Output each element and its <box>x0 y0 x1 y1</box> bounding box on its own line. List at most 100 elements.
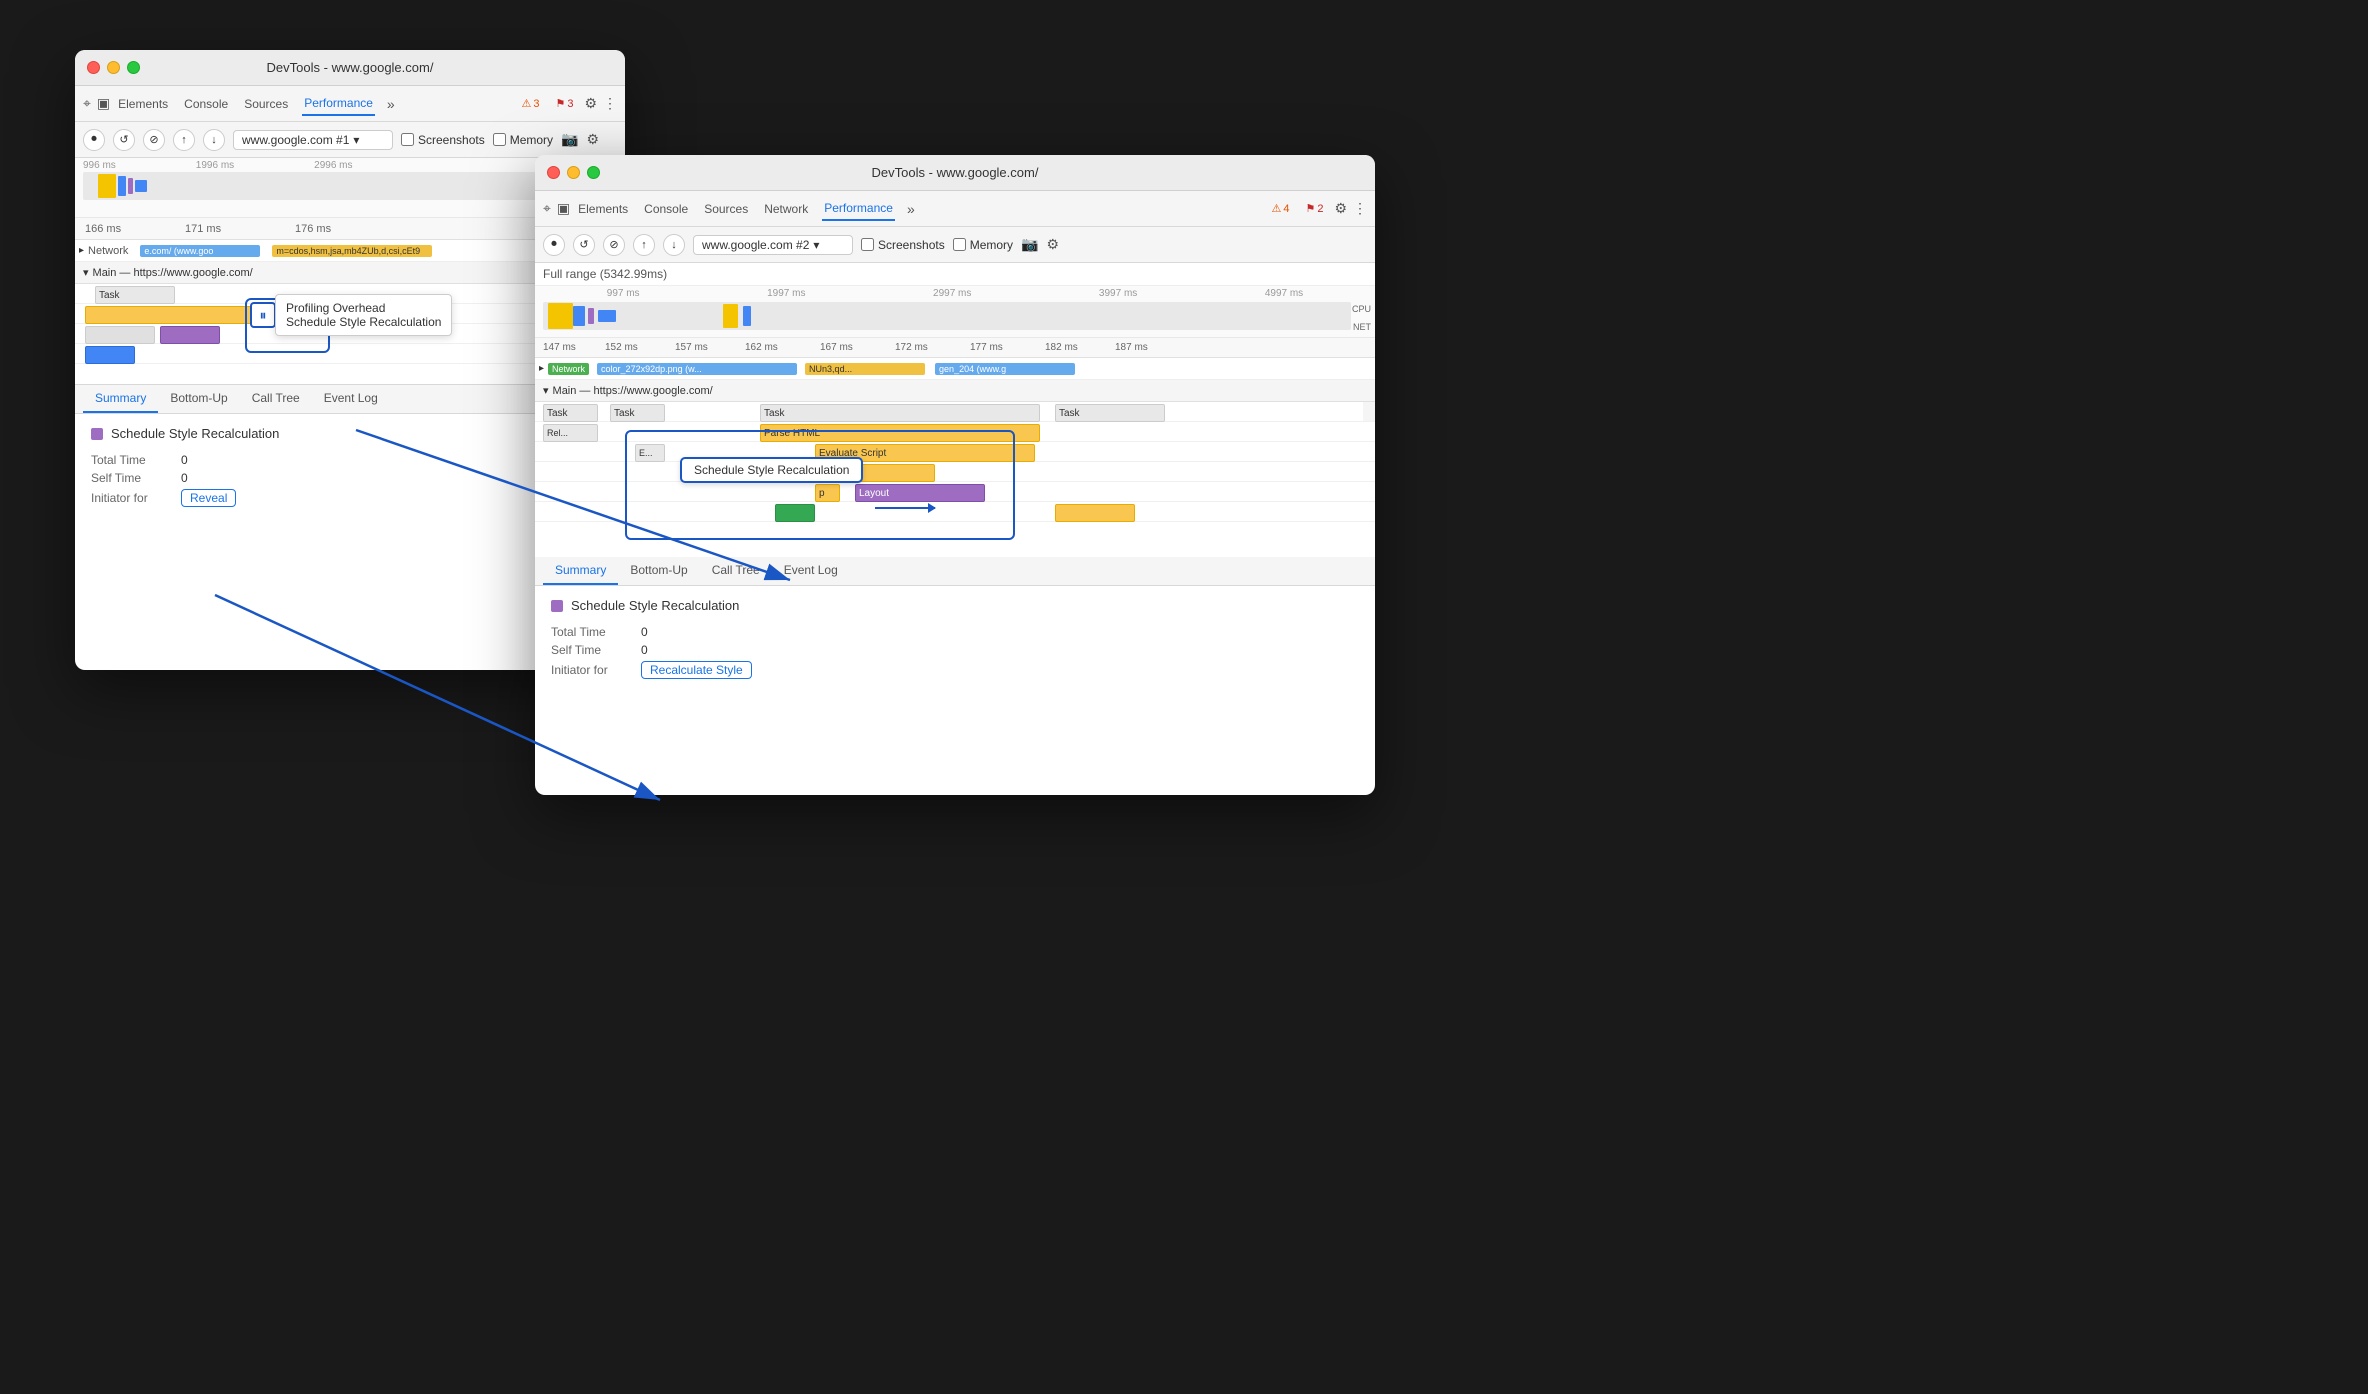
ov-1997: 1997 ms <box>767 288 805 299</box>
close-button-1[interactable] <box>87 61 100 74</box>
tab-sources-2[interactable]: Sources <box>702 198 750 220</box>
task-bar-1: Task <box>95 286 175 304</box>
tab-performance-1[interactable]: Performance <box>302 92 375 116</box>
inspect-icon-1[interactable]: ⌖ <box>83 95 91 112</box>
screenshots-check-2[interactable] <box>861 238 874 251</box>
reveal-link-1[interactable]: Reveal <box>181 489 236 507</box>
recalculate-link-2[interactable]: Recalculate Style <box>641 661 752 679</box>
url-selector-1[interactable]: www.google.com #1 ▾ <box>233 130 393 150</box>
screenshots-checkbox-2[interactable]: Screenshots <box>861 238 945 252</box>
close-button-2[interactable] <box>547 166 560 179</box>
device-icon-2[interactable]: ▣ <box>557 200 570 217</box>
summary-total-time-1: Total Time 0 <box>91 451 609 469</box>
ov-bar-b1 <box>573 306 585 326</box>
tab-network-2[interactable]: Network <box>762 198 810 220</box>
memory-checkbox-2[interactable]: Memory <box>953 238 1013 252</box>
memory-checkbox-1[interactable]: Memory <box>493 133 553 147</box>
clear-btn-1[interactable]: ⊘ <box>143 129 165 151</box>
minimize-button-2[interactable] <box>567 166 580 179</box>
upload-btn-1[interactable]: ↑ <box>173 129 195 151</box>
tab-event-log-2[interactable]: Event Log <box>772 557 850 585</box>
bottom-tabs-2: Summary Bottom-Up Call Tree Event Log <box>535 557 1375 586</box>
device-icon-1[interactable]: ▣ <box>97 95 110 112</box>
download-btn-2[interactable]: ↓ <box>663 234 685 256</box>
url-selector-2[interactable]: www.google.com #2 ▾ <box>693 235 853 255</box>
scrub-147: 147 ms <box>543 342 576 353</box>
more-icon-2[interactable]: ⋮ <box>1353 200 1367 217</box>
main-thread-arrow-2[interactable]: ▾ <box>543 384 549 397</box>
perf-toolbar-2: ⏺ ↺ ⊘ ↑ ↓ www.google.com #2 ▾ Screenshot… <box>535 227 1375 263</box>
network-row-2: ▸ Network color_272x92dp.png (w... NUn3,… <box>535 358 1375 380</box>
scrub-171: 171 ms <box>185 223 221 235</box>
initiator-label-1: Initiator for <box>91 491 181 505</box>
nav-more-2[interactable]: » <box>907 201 915 217</box>
task-sub-purple-1 <box>160 326 220 344</box>
total-time-label-2: Total Time <box>551 625 641 639</box>
network-req-2c: gen_204 (www.g <box>935 363 1075 375</box>
tab-summary-2[interactable]: Summary <box>543 557 618 585</box>
nav-more-1[interactable]: » <box>387 96 395 112</box>
tab-summary-1[interactable]: Summary <box>83 385 158 413</box>
tab-call-tree-1[interactable]: Call Tree <box>240 385 312 413</box>
main-thread-arrow-1[interactable]: ▾ <box>83 266 89 279</box>
clear-btn-2[interactable]: ⊘ <box>603 234 625 256</box>
memory-check-2[interactable] <box>953 238 966 251</box>
tab-console-2[interactable]: Console <box>642 198 690 220</box>
pause-symbol-1: ⏸ <box>260 307 267 324</box>
more-icon-1[interactable]: ⋮ <box>603 95 617 112</box>
scrubber-area-2[interactable]: 147 ms 152 ms 157 ms 162 ms 167 ms 172 m… <box>535 338 1375 358</box>
error-count-2: 2 <box>1317 203 1323 215</box>
tooltip-line2-1: Schedule Style Recalculation <box>286 315 441 329</box>
arrow-line-2 <box>875 507 935 509</box>
network-expand-1[interactable]: ▸ <box>79 245 84 256</box>
tab-console-1[interactable]: Console <box>182 93 230 115</box>
download-btn-1[interactable]: ↓ <box>203 129 225 151</box>
maximize-button-2[interactable] <box>587 166 600 179</box>
upload-btn-2[interactable]: ↑ <box>633 234 655 256</box>
perf-settings-icon-1[interactable]: ⚙ <box>586 131 599 148</box>
screenshots-check-1[interactable] <box>401 133 414 146</box>
time-2996: 2996 ms <box>314 160 352 171</box>
timeline-overview-2[interactable]: 997 ms 1997 ms 2997 ms 3997 ms 4997 ms C… <box>535 286 1375 338</box>
settings-icon-2[interactable]: ⚙ <box>1334 200 1347 217</box>
tab-call-tree-2[interactable]: Call Tree <box>700 557 772 585</box>
perf-settings-icon-2[interactable]: ⚙ <box>1046 236 1059 253</box>
record-btn-2[interactable]: ⏺ <box>543 234 565 256</box>
memory-check-1[interactable] <box>493 133 506 146</box>
tab-elements-2[interactable]: Elements <box>576 198 630 220</box>
main-thread-area-2[interactable]: Task Task Task Task Rel... Parse HTML E.… <box>535 402 1375 557</box>
settings-icon-1[interactable]: ⚙ <box>584 95 597 112</box>
screenshots-checkbox-1[interactable]: Screenshots <box>401 133 485 147</box>
nav-toolbar-2: ⌖ ▣ Elements Console Sources Network Per… <box>535 191 1375 227</box>
inspect-icon-2[interactable]: ⌖ <box>543 200 551 217</box>
task-row-3-2: E... Evaluate Script <box>535 442 1375 462</box>
minimize-button-1[interactable] <box>107 61 120 74</box>
reload-btn-2[interactable]: ↺ <box>573 234 595 256</box>
task-row-5-2: p Layout <box>535 482 1375 502</box>
maximize-button-1[interactable] <box>127 61 140 74</box>
url-chevron-2: ▾ <box>813 238 819 252</box>
pause-icon-1: ⏸ <box>250 302 276 328</box>
network-expand-2[interactable]: ▸ <box>539 363 544 374</box>
tab-bottom-up-1[interactable]: Bottom-Up <box>158 385 239 413</box>
memory-label-2: Memory <box>970 238 1013 252</box>
tab-elements-1[interactable]: Elements <box>116 93 170 115</box>
reload-btn-1[interactable]: ↺ <box>113 129 135 151</box>
ov-bar-b3 <box>743 306 751 326</box>
tab-performance-2[interactable]: Performance <box>822 197 895 221</box>
main-thread-header-2: ▾ Main — https://www.google.com/ <box>535 380 1375 402</box>
tab-event-log-1[interactable]: Event Log <box>312 385 390 413</box>
error-count-1: 3 <box>567 98 573 110</box>
capture-icon-1[interactable]: 📷 <box>561 131 578 148</box>
tab-bottom-up-2[interactable]: Bottom-Up <box>618 557 699 585</box>
task-row-2-2: Rel... Parse HTML <box>535 422 1375 442</box>
task-row-1-2: Task Task Task Task <box>535 402 1375 422</box>
record-btn-1[interactable]: ⏺ <box>83 129 105 151</box>
window-title-1: DevTools - www.google.com/ <box>267 60 434 75</box>
error-badge-2: ⚑ 2 <box>1300 201 1328 216</box>
warn-count-2: 4 <box>1283 203 1289 215</box>
summary-title-row-1: Schedule Style Recalculation <box>91 426 609 441</box>
task-sub-2 <box>85 326 155 344</box>
capture-icon-2[interactable]: 📷 <box>1021 236 1038 253</box>
tab-sources-1[interactable]: Sources <box>242 93 290 115</box>
